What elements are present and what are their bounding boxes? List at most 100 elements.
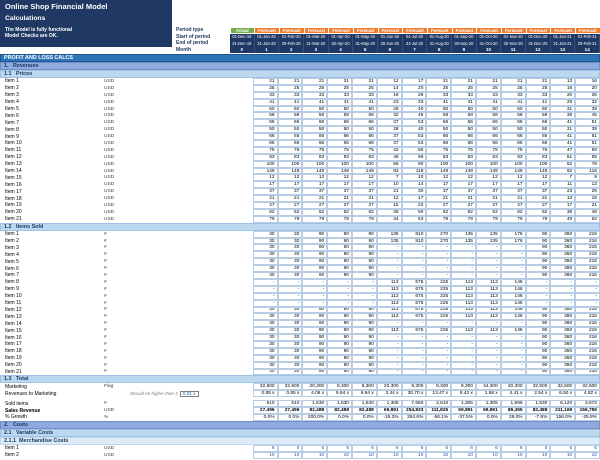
price-cell[interactable]: 83	[376, 167, 402, 175]
items-sold-cell[interactable]: 225	[426, 299, 452, 307]
items-sold-cell[interactable]: 113	[376, 313, 402, 321]
price-cell[interactable]: 41	[475, 98, 501, 106]
merchandise-cost-cell[interactable]: 10	[401, 451, 427, 459]
price-cell[interactable]: 79	[500, 215, 526, 223]
items-sold-cell[interactable]: 90	[525, 313, 551, 321]
items-sold-cell[interactable]: 360	[550, 258, 576, 266]
items-sold-cell[interactable]: -	[575, 285, 600, 293]
price-cell[interactable]: 37	[327, 188, 352, 196]
items-sold-cell[interactable]: -	[327, 299, 352, 307]
month-number-cell[interactable]: 8	[427, 46, 453, 53]
items-sold-cell[interactable]: 113	[451, 313, 476, 321]
items-sold-cell[interactable]: 675	[401, 306, 427, 314]
items-sold-cell[interactable]: 30	[252, 272, 278, 279]
items-sold-cell[interactable]: -	[475, 320, 501, 328]
items-sold-cell[interactable]: 113	[475, 292, 501, 300]
price-cell[interactable]: 58	[525, 112, 551, 120]
price-cell[interactable]: 38	[550, 208, 576, 216]
items-sold-cell[interactable]: -	[475, 272, 501, 279]
price-cell[interactable]: 50	[277, 126, 303, 134]
price-cell[interactable]: 21	[426, 78, 452, 85]
price-cell[interactable]: 41	[550, 133, 576, 141]
items-sold-cell[interactable]: 225	[426, 327, 452, 335]
value-cell[interactable]: 20,300	[500, 383, 526, 391]
items-sold-cell[interactable]: -	[401, 340, 427, 348]
value-cell[interactable]: 32,500	[277, 383, 303, 391]
items-sold-cell[interactable]: -	[500, 361, 526, 369]
items-sold-cell[interactable]: -	[525, 278, 551, 286]
value-cell[interactable]: 6,120	[550, 400, 576, 408]
price-cell[interactable]: 51	[575, 119, 600, 127]
items-sold-cell[interactable]: 30	[277, 272, 303, 279]
price-cell[interactable]: 66	[451, 140, 476, 147]
price-cell[interactable]: 50	[475, 126, 501, 134]
items-sold-cell[interactable]: 216	[575, 272, 600, 279]
price-cell[interactable]: 58	[302, 112, 328, 120]
price-cell[interactable]: 42	[376, 146, 402, 154]
value-cell[interactable]: 69,891	[451, 407, 476, 414]
price-cell[interactable]: 12	[376, 78, 402, 85]
price-cell[interactable]: 17	[252, 181, 278, 189]
items-sold-cell[interactable]: -	[401, 258, 427, 266]
price-cell[interactable]: 149	[252, 167, 278, 175]
items-sold-cell[interactable]: -	[575, 278, 600, 286]
price-cell[interactable]: 53	[401, 119, 427, 127]
items-sold-cell[interactable]: 360	[550, 251, 576, 259]
items-sold-cell[interactable]: -	[351, 292, 377, 300]
items-sold-cell[interactable]: -	[327, 292, 352, 300]
items-sold-cell[interactable]: 90	[327, 327, 352, 335]
items-sold-cell[interactable]: 30	[277, 230, 303, 238]
items-sold-cell[interactable]: -	[351, 285, 377, 293]
price-cell[interactable]: 58	[252, 112, 278, 120]
price-cell[interactable]: 17	[302, 181, 328, 189]
period-type-cell[interactable]: Forecast	[501, 27, 526, 33]
price-cell[interactable]: 58	[277, 112, 303, 120]
price-cell[interactable]: 27	[451, 202, 476, 209]
price-cell[interactable]: 33	[426, 91, 452, 99]
price-cell[interactable]: 12	[426, 174, 452, 182]
items-sold-cell[interactable]: -	[500, 347, 526, 355]
price-cell[interactable]: 59	[575, 146, 600, 154]
price-cell[interactable]: 149	[451, 167, 476, 175]
price-cell[interactable]: 149	[327, 167, 352, 175]
items-sold-cell[interactable]: 90	[327, 244, 352, 252]
items-sold-cell[interactable]: -	[475, 251, 501, 259]
items-sold-cell[interactable]: 216	[575, 230, 600, 238]
period-type-cell[interactable]: Forecast	[353, 27, 378, 33]
price-cell[interactable]: 23	[550, 188, 576, 196]
items-sold-cell[interactable]: 90	[302, 368, 328, 376]
items-sold-cell[interactable]: 135	[376, 237, 402, 245]
items-sold-cell[interactable]: 90	[525, 306, 551, 314]
period-type-cell[interactable]: Forecast	[329, 27, 353, 33]
items-sold-cell[interactable]: 90	[351, 265, 377, 273]
price-cell[interactable]: 21	[500, 78, 526, 85]
items-sold-cell[interactable]: 90	[327, 265, 352, 273]
items-sold-cell[interactable]: -	[252, 285, 278, 293]
price-cell[interactable]: 12	[376, 195, 402, 203]
price-cell[interactable]: 16	[575, 78, 600, 85]
items-sold-cell[interactable]: 90	[302, 265, 328, 273]
price-cell[interactable]: 32	[575, 98, 600, 106]
items-sold-cell[interactable]: -	[426, 361, 452, 369]
price-cell[interactable]: 66	[475, 119, 501, 127]
items-sold-cell[interactable]: 135	[451, 230, 476, 238]
price-cell[interactable]: 50	[451, 105, 476, 113]
price-cell[interactable]: 22	[401, 202, 427, 209]
price-cell[interactable]: 12	[277, 174, 303, 182]
items-sold-cell[interactable]: 30	[277, 368, 303, 376]
month-number-cell[interactable]: 14	[575, 46, 600, 53]
price-cell[interactable]: 66	[351, 133, 377, 141]
price-cell[interactable]: 79	[302, 215, 328, 223]
items-sold-cell[interactable]: 146	[500, 313, 526, 321]
price-cell[interactable]: 17	[500, 181, 526, 189]
items-sold-cell[interactable]: 30	[252, 340, 278, 348]
value-cell[interactable]: 9.94 x	[351, 390, 377, 398]
items-sold-cell[interactable]: 30	[252, 237, 278, 245]
price-cell[interactable]: 21	[575, 202, 600, 209]
price-cell[interactable]: 119	[401, 167, 427, 175]
price-cell[interactable]: 50	[252, 105, 278, 113]
price-cell[interactable]: 149	[500, 167, 526, 175]
price-cell[interactable]: 149	[475, 167, 501, 175]
items-sold-cell[interactable]: -	[302, 299, 328, 307]
items-sold-cell[interactable]: -	[376, 361, 402, 369]
